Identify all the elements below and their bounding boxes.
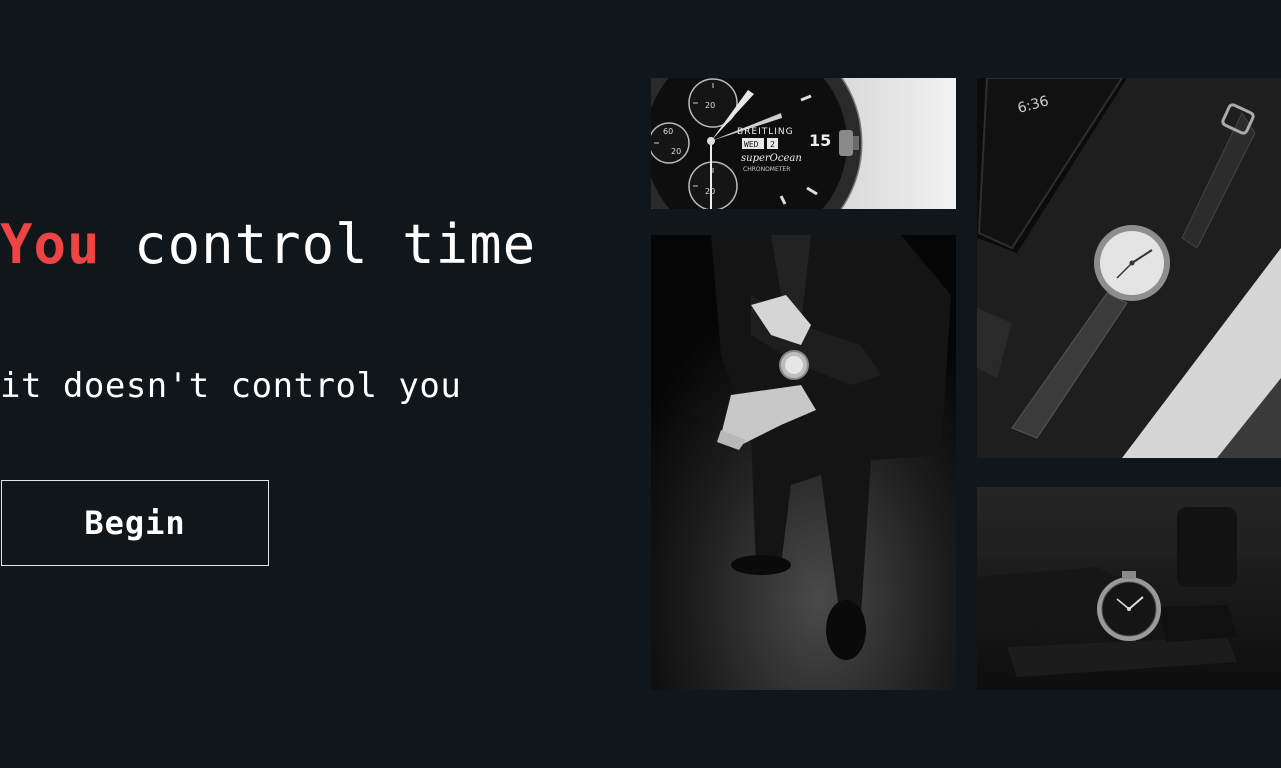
hero-title-accent: You [0,213,101,276]
svg-text:15: 15 [809,131,831,150]
svg-text:BREITLING: BREITLING [737,127,794,137]
svg-text:CHRONOMETER: CHRONOMETER [743,166,790,173]
gallery-image-man-adjusting-watch [651,235,956,690]
svg-text:20: 20 [705,101,715,110]
svg-text:WED: WED [744,140,759,149]
chronograph-dial-photo: 20 60 20 20 BREITLING WED 2 superOcean C… [651,78,956,209]
landing-page: You control time it doesn't control you … [0,0,1281,768]
gallery-image-chronograph-dial: 20 60 20 20 BREITLING WED 2 superOcean C… [651,78,956,209]
begin-button[interactable]: Begin [1,480,269,566]
svg-text:20: 20 [671,147,681,156]
man-adjusting-watch-photo [651,235,956,690]
hero-title: You control time [0,212,536,278]
gallery-image-watch-on-desk [977,487,1281,690]
begin-button-label: Begin [84,504,186,542]
svg-text:superOcean: superOcean [741,153,802,164]
hero-title-rest: control time [100,213,537,276]
svg-text:2: 2 [770,140,775,149]
svg-text:60: 60 [663,127,673,136]
watch-on-desk-photo [977,487,1281,690]
watch-flatlay-photo: 6:36 [977,78,1281,458]
gallery-image-watch-flatlay: 6:36 [977,78,1281,458]
hero-subtitle: it doesn't control you [0,366,462,406]
